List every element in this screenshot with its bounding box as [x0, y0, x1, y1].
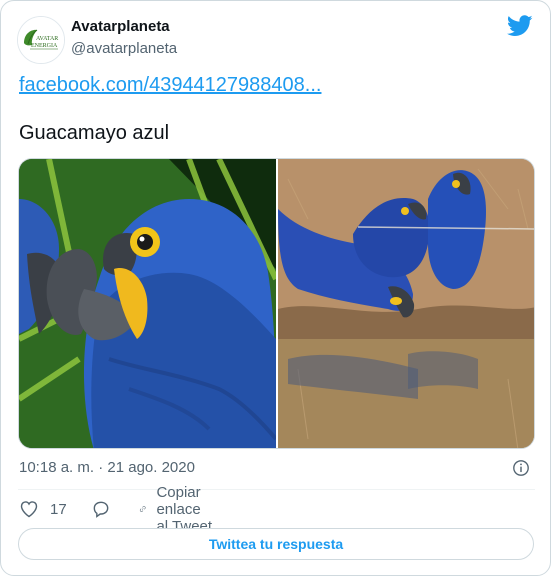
svg-text:ENERGIA: ENERGIA [31, 43, 58, 49]
tweet-media[interactable] [18, 158, 535, 449]
tweet-card: AVATAR ENERGIA Avatarplaneta @avatarplan… [0, 0, 551, 576]
svg-text:AVATAR: AVATAR [36, 36, 58, 42]
author-name[interactable]: Avatarplaneta [71, 18, 170, 35]
copy-link-label: Copiar enlace al Tweet [156, 483, 213, 535]
link-icon [139, 506, 146, 512]
media-image-right[interactable] [278, 159, 535, 449]
media-image-left[interactable] [19, 159, 276, 449]
actions-divider [18, 489, 535, 490]
info-icon[interactable] [512, 459, 530, 477]
tweet-timestamp[interactable]: 10:18 a. m. · 21 ago. 2020 [19, 459, 195, 476]
tweet-reply-button[interactable]: Twittea tu respuesta [18, 528, 534, 560]
reply-bubble-icon [93, 501, 109, 518]
copy-link-button[interactable]: Copiar enlace al Tweet [139, 484, 213, 535]
avatar-logo: AVATAR ENERGIA [18, 17, 64, 63]
like-button[interactable]: 17 [19, 498, 67, 520]
like-count: 17 [50, 500, 67, 518]
heart-icon [20, 501, 38, 518]
reply-icon-button[interactable] [91, 498, 111, 520]
author-avatar[interactable]: AVATAR ENERGIA [17, 16, 65, 64]
tweet-link[interactable]: facebook.com/43944127988408... [19, 74, 321, 97]
twitter-bird-icon[interactable] [507, 15, 533, 37]
tweet-text: Guacamayo azul [19, 122, 170, 144]
author-handle[interactable]: @avatarplaneta [71, 40, 177, 57]
